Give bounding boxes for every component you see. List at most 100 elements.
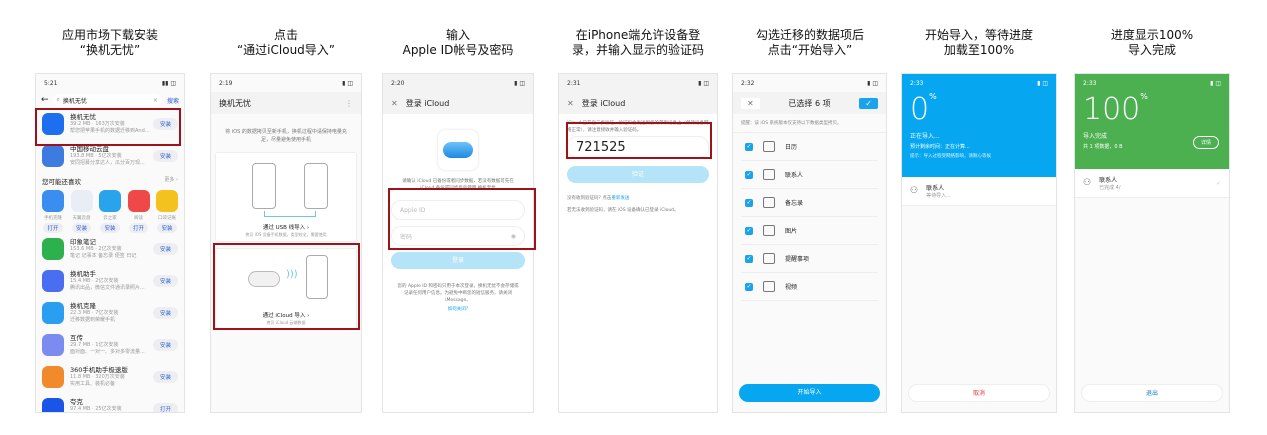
app-header: ✕ 登录 iCloud [559, 92, 717, 114]
exit-button[interactable]: 退出 [1081, 384, 1223, 402]
verification-code-input[interactable]: 721525 [567, 136, 709, 158]
app-icon [127, 190, 150, 212]
recommended-app[interactable]: 口袋记账 安装 [154, 190, 180, 233]
install-button[interactable]: 打开 [128, 223, 148, 233]
install-button[interactable]: 安装 [152, 243, 178, 255]
recommended-app[interactable]: 天翼云盘 安装 [69, 190, 95, 233]
app-icon [42, 302, 64, 324]
caption-line-1: 应用市场下载安装 [61, 28, 158, 42]
how-to-disable-link[interactable]: 如何关闭? [383, 306, 533, 312]
app-list-item[interactable]: 换机无忧 39.2 MB · 163万次安装 帮您把苹果手机的数据迁移到And...… [36, 108, 184, 140]
phone-icon [304, 163, 328, 209]
install-button[interactable]: 打开 [152, 403, 178, 412]
checkbox-checked[interactable]: ✓ [745, 198, 753, 207]
status-time: 2:33 [1083, 79, 1097, 87]
close-icon[interactable]: ✕ [391, 99, 398, 108]
app-name: 中国移动云盘 [70, 144, 109, 153]
close-icon[interactable]: ✕ [567, 99, 574, 108]
password-input[interactable]: 密码 ◉ [391, 226, 525, 246]
import-complete-screen: 2:33 ▮ ◫ 100% 导入完成 共 1 项数据，0 B 详情 ⚇ 联系人 已完… [1074, 73, 1230, 413]
recommended-app[interactable]: 云之家 安装 [97, 190, 123, 233]
confirm-button[interactable]: ✓ [859, 97, 878, 109]
usb-import-card[interactable]: 通过 USB 线导入 › 拷贝 iOS 设备手机数据，类型较全，需要使用 [215, 152, 357, 242]
import-tip: 提示：导入过程受网络影响，请耐心等候 [910, 154, 991, 159]
details-button[interactable]: 详情 [1192, 136, 1219, 149]
data-type-item[interactable]: ✓ 联系人 [741, 161, 878, 189]
data-type-item[interactable]: ✓ 提醒事项 [741, 245, 878, 273]
install-button[interactable]: 安装 [100, 223, 120, 233]
search-button[interactable]: 搜索 [167, 96, 179, 105]
install-button[interactable]: 安装 [152, 339, 178, 351]
back-arrow-icon[interactable]: ← [41, 95, 49, 105]
apple-id-input[interactable]: Apple ID [391, 200, 525, 220]
usb-import-subtitle: 拷贝 iOS 设备手机数据，类型较全，需要使用 [245, 232, 327, 237]
data-type-item[interactable]: ✓ 图片 [741, 217, 878, 245]
app-name: 印象笔记 [70, 237, 96, 246]
app-icon [42, 190, 64, 212]
app-list-item[interactable]: 中国移动云盘 193.8 MB · 5亿次安装 安同招募分享达人，瓜分百万现... 安… [36, 140, 184, 172]
caption-line-2: 导入完成 [1127, 43, 1176, 57]
cancel-button[interactable]: 取消 [908, 384, 1050, 402]
caption-line-2: 录，并输入显示的验证码 [571, 43, 704, 57]
status-time: 5:21 [44, 79, 58, 87]
verify-button[interactable]: 验证 [567, 166, 709, 183]
app-list-item[interactable]: 换机克隆 22.3 MB · 7亿次安装 迁移数据到荣耀手机 安装 [36, 297, 184, 329]
data-type-item[interactable]: ✓ 视频 [741, 273, 878, 301]
checkbox-checked[interactable]: ✓ [745, 282, 753, 291]
data-type-icon [763, 169, 775, 180]
install-button[interactable]: 安装 [71, 223, 91, 233]
app-icon [42, 238, 64, 260]
step-caption: 进度显示100% 导入完成 [1062, 28, 1242, 58]
item-name: 联系人 [926, 185, 945, 192]
app-desc: 新生代智能搜索，小说影视阅查... [70, 413, 153, 414]
step-caption: 应用市场下载安装 “换机无忧” [20, 28, 200, 58]
caption-line-2: “换机无忧” [79, 43, 141, 57]
contact-icon: ⚇ [910, 186, 919, 196]
transfer-method-screen: 2:19 ▮ ◫ 换机无忧 ⋮ 将 iOS 的数据拷贝至新手机，换机过程中请保持电量… [210, 73, 362, 413]
install-button[interactable]: 安装 [152, 275, 178, 287]
app-desc: 实用工具、装机必备 [70, 380, 116, 387]
install-button[interactable]: 安装 [152, 371, 178, 383]
search-input[interactable]: ⌕ 换机无忧 × [52, 94, 162, 106]
icloud-import-card[interactable]: ))) 通过 iCloud 导入 › 拷贝 iCloud 云端数据 [215, 248, 357, 330]
install-button[interactable]: 安装 [152, 150, 178, 162]
percent-sign: % [1140, 92, 1148, 101]
start-import-button[interactable]: 开始导入 [739, 384, 880, 402]
checkbox-checked[interactable]: ✓ [745, 226, 753, 235]
search-icon: ⌕ [56, 96, 60, 103]
install-button[interactable]: 安装 [152, 307, 178, 319]
app-list-item[interactable]: 印象笔记 153.6 MB · 2亿次安装 笔记 记事本 备忘录 便签 日记 安装 [36, 233, 184, 265]
recommended-app[interactable]: 手机克隆 打开 [40, 190, 66, 233]
data-type-item[interactable]: ✓ 日历 [741, 133, 878, 161]
caption-line-2: 点击“开始导入” [767, 43, 853, 57]
install-button[interactable]: 打开 [43, 223, 63, 233]
more-menu-icon[interactable]: ⋮ [345, 99, 353, 108]
close-button[interactable]: ✕ [741, 97, 760, 109]
app-list-item[interactable]: 夸克97.4 MB · 25亿次安装新生代智能搜索，小说影视阅查...打开 [36, 393, 184, 414]
app-icon [42, 334, 64, 356]
checkbox-checked[interactable]: ✓ [745, 142, 753, 151]
clear-icon[interactable]: × [153, 97, 158, 104]
app-list-item[interactable]: 换机助手 15.4 MB · 2亿次安装 腾讯出品，微信文件通讯录照片... 安装 [36, 265, 184, 297]
install-button[interactable]: 安装 [157, 223, 177, 233]
app-list-item[interactable]: 360手机助手极速版 11.8 MB · 320万次安装 实用工具、装机必备 安装 [36, 361, 184, 393]
more-link[interactable]: 更多 › [164, 176, 178, 186]
app-desc: 帮您把苹果手机的数据迁移到And... [70, 127, 150, 134]
caption-line-2: Apple ID帐号及密码 [402, 43, 514, 57]
login-button[interactable]: 登录 [391, 252, 525, 269]
checkbox-checked[interactable]: ✓ [745, 170, 753, 179]
app-list-item[interactable]: 互传 29.7 MB · 1亿次安装 面对面、一对一、多对多零流量... 安装 [36, 329, 184, 361]
app-name: 云之家 [103, 216, 117, 221]
resend-link[interactable]: 重新发送 [611, 196, 629, 201]
progress-percent: 0 [910, 92, 930, 127]
data-type-item[interactable]: ✓ 备忘录 [741, 189, 878, 217]
section-title: 您可能还喜欢 [42, 178, 81, 186]
app-name: 阅读 [134, 216, 143, 221]
eye-icon[interactable]: ◉ [511, 233, 516, 240]
data-type-label: 视频 [785, 284, 798, 291]
install-button[interactable]: 安装 [152, 118, 178, 130]
step-caption: 点击 “通过iCloud导入” [196, 28, 376, 58]
checkbox-checked[interactable]: ✓ [745, 254, 753, 263]
data-type-icon [763, 197, 775, 208]
recommended-app[interactable]: 阅读 打开 [126, 190, 152, 233]
